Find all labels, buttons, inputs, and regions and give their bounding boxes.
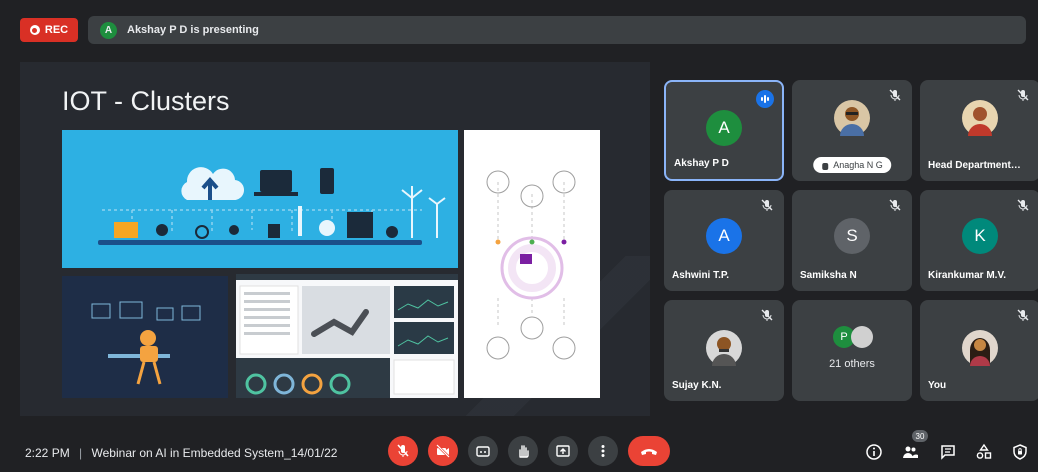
meeting-details-button[interactable] — [864, 442, 884, 462]
meeting-title: Webinar on AI in Embedded System_14/01/2… — [91, 446, 338, 460]
participant-tile[interactable]: S Samiksha N — [792, 190, 912, 291]
avatar: A — [706, 218, 742, 254]
present-button[interactable] — [548, 436, 578, 466]
more-options-button[interactable] — [588, 436, 618, 466]
participant-tile[interactable]: A Akshay P D — [664, 80, 784, 181]
avatar: S — [834, 218, 870, 254]
participant-tile[interactable]: A Ashwini T.P. — [664, 190, 784, 291]
camera-toggle-button[interactable] — [428, 436, 458, 466]
participant-tile[interactable]: You — [920, 300, 1038, 401]
avatar — [706, 330, 742, 366]
shield-lock-icon — [1013, 444, 1027, 460]
leave-call-button[interactable] — [628, 436, 670, 466]
participant-name: Anagha N G — [833, 160, 883, 170]
chat-button[interactable] — [938, 442, 958, 462]
camera-off-icon — [436, 444, 450, 458]
record-icon — [29, 25, 40, 35]
mic-off-icon — [1017, 199, 1029, 211]
mic-off-icon — [761, 309, 773, 321]
hand-icon — [519, 445, 529, 458]
engineer-illustration — [62, 276, 228, 398]
others-count: 21 others — [829, 358, 875, 370]
mic-off-icon — [1017, 309, 1029, 321]
presenting-text: Akshay P D is presenting — [127, 24, 259, 36]
participant-tile[interactable]: Sujay K.N. — [664, 300, 784, 401]
avatar — [962, 100, 998, 136]
name-pill: Anagha N G — [813, 157, 891, 173]
participant-name: Ashwini T.P. — [672, 270, 730, 281]
rec-label: REC — [44, 24, 69, 36]
mic-off-icon — [889, 89, 901, 101]
end-call-icon — [641, 449, 657, 455]
participant-name: Kirankumar M.V. — [928, 270, 1006, 281]
mic-off-icon — [1017, 89, 1029, 101]
recording-indicator: REC — [20, 18, 78, 42]
dashboard-screenshot — [236, 274, 458, 398]
others-tile[interactable]: P 21 others — [792, 300, 912, 401]
participant-name: Samiksha N — [800, 270, 857, 281]
speaking-indicator-icon — [756, 90, 774, 108]
cluster-diagram — [464, 130, 600, 398]
avatar — [962, 330, 998, 366]
avatar — [834, 100, 870, 136]
captions-button[interactable] — [468, 436, 498, 466]
activities-button[interactable] — [974, 442, 994, 462]
others-photo — [851, 326, 873, 348]
slide-title: IOT - Clusters — [62, 86, 230, 116]
mic-toggle-button[interactable] — [388, 436, 418, 466]
people-button[interactable] — [900, 442, 920, 462]
raise-hand-button[interactable] — [508, 436, 538, 466]
people-icon — [903, 446, 918, 458]
mic-off-icon — [397, 444, 409, 457]
participant-tile[interactable]: K Kirankumar M.V. — [920, 190, 1038, 291]
shared-screen: IOT - Clusters — [20, 62, 650, 416]
participant-name: Akshay P D — [674, 158, 729, 169]
participant-name: Head Department… — [928, 160, 1021, 171]
mic-off-icon — [761, 199, 773, 211]
hand-icon — [822, 163, 829, 170]
participant-name: Sujay K.N. — [672, 380, 722, 391]
avatar: A — [706, 110, 742, 146]
avatar: K — [962, 218, 998, 254]
presenting-banner: A Akshay P D is presenting — [88, 16, 1026, 44]
info-icon — [866, 444, 882, 460]
activities-shapes-icon — [976, 443, 992, 459]
host-controls-button[interactable] — [1010, 442, 1030, 462]
captions-icon — [476, 446, 490, 457]
present-screen-icon — [556, 445, 570, 457]
more-vert-icon — [601, 445, 605, 457]
current-time: 2:22 PM — [25, 446, 70, 460]
chat-icon — [941, 445, 955, 460]
participant-tile[interactable]: Head Department… — [920, 80, 1038, 181]
presenter-avatar: A — [100, 21, 117, 39]
people-count-badge: 30 — [912, 430, 928, 442]
iot-illustration — [62, 130, 458, 268]
participant-name: You — [928, 380, 947, 391]
mic-off-icon — [889, 199, 901, 211]
separator: | — [79, 446, 83, 460]
participant-tile[interactable]: Anagha N G — [792, 80, 912, 181]
meeting-info: 2:22 PM | Webinar on AI in Embedded Syst… — [25, 446, 337, 460]
top-bar: REC A Akshay P D is presenting — [0, 0, 1038, 56]
